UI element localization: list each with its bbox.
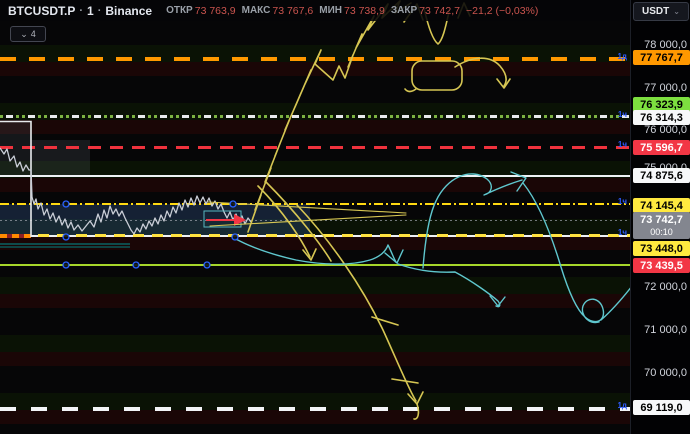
price-level-badge: 77 767,7 — [633, 50, 690, 65]
chevron-down-icon: ⌄ — [20, 29, 28, 40]
price-axis[interactable]: USDT ⌄ 78 000,0 77 000,0 76 000,0 75 000… — [630, 0, 690, 434]
cyan-rise-curve-drawing[interactable] — [423, 174, 522, 268]
high-label: МАКС — [242, 5, 271, 16]
yellow-swoop-arrow-head — [408, 392, 423, 404]
chevron-down-icon: ⌄ — [673, 7, 680, 16]
drawing-handle[interactable] — [204, 262, 210, 268]
close-value: 73 742,7 — [419, 5, 460, 17]
drawing-handle[interactable] — [133, 262, 139, 268]
chart-header: BTCUSDT.P · 1 · Binance ОТКР 73 763,9 МА… — [0, 0, 630, 21]
open-value: 73 763,9 — [195, 5, 236, 17]
last-price: 73 742,7 — [640, 214, 683, 226]
yellow-zigzag-up-drawing[interactable] — [248, 1, 411, 232]
price-level-badge: 74 145,4 — [633, 198, 690, 213]
currency-label: USDT — [642, 6, 669, 17]
price-level-badge: 75 596,7 — [633, 140, 690, 155]
drawing-handle[interactable] — [63, 262, 69, 268]
yellow-rect-tail — [405, 89, 416, 92]
price-level-badge: 74 875,6 — [633, 168, 690, 183]
low-label: МИН — [319, 5, 342, 16]
yellow-rounded-rect-drawing[interactable] — [412, 61, 462, 90]
drawing-handle[interactable] — [63, 234, 69, 240]
drawing-handle[interactable] — [232, 234, 238, 240]
collapse-count: 4 — [31, 29, 36, 39]
yellow-arrow-down-head — [497, 79, 510, 88]
separator: · — [79, 5, 83, 17]
drawings-overlay — [0, 0, 630, 434]
low-value: 73 738,9 — [344, 5, 385, 17]
ohlc-row: ОТКР 73 763,9 МАКС 73 767,6 МИН 73 738,9… — [160, 5, 538, 17]
tradingview-window: 1д 1ч 1ч 1ч 1ч 1д — [0, 0, 690, 434]
axis-tick: 71 000,0 — [644, 324, 687, 337]
collapse-indicators-button[interactable]: ⌄ 4 — [10, 26, 46, 42]
exchange-label[interactable]: Binance — [105, 4, 152, 18]
interval-button[interactable]: 1 — [87, 4, 94, 18]
price-level-badge: 73 439,5 — [633, 258, 690, 273]
price-level-badge: 73 448,0 — [633, 241, 690, 256]
high-value: 73 767,6 — [272, 5, 313, 17]
drawing-handle[interactable] — [230, 201, 236, 207]
price-line-series — [0, 148, 251, 234]
chart-pane[interactable]: 1д 1ч 1ч 1ч 1ч 1д — [0, 0, 630, 434]
currency-selector-button[interactable]: USDT ⌄ — [633, 2, 689, 21]
bar-countdown: 00:10 — [650, 226, 673, 238]
cyan-right-stroke[interactable] — [398, 264, 500, 307]
symbol-title[interactable]: BTCUSDT.P — [8, 4, 75, 18]
close-label: ЗАКР — [391, 5, 417, 16]
price-level-badge: 76 314,3 — [633, 110, 690, 125]
yellow-swoop-tail — [414, 404, 418, 419]
change-value: −21,2 (−0,03%) — [466, 5, 538, 17]
axis-tick: 72 000,0 — [644, 281, 687, 294]
axis-tick: 76 000,0 — [644, 124, 687, 137]
yellow-tick-marks — [372, 317, 418, 383]
last-price-countdown-badge: 73 742,7 00:10 — [633, 212, 690, 239]
cyan-exit-curve[interactable] — [601, 199, 630, 320]
separator: · — [98, 5, 102, 17]
yellow-big-swoop-down-drawing[interactable] — [297, 205, 416, 401]
price-level-badge: 69 119,0 — [633, 400, 690, 415]
open-label: ОТКР — [166, 5, 193, 16]
cyan-descent-loop-drawing[interactable] — [523, 183, 604, 323]
drawing-handle[interactable] — [63, 201, 69, 207]
axis-tick: 77 000,0 — [644, 82, 687, 95]
axis-tick: 70 000,0 — [644, 367, 687, 380]
white-step-line[interactable] — [0, 122, 31, 238]
